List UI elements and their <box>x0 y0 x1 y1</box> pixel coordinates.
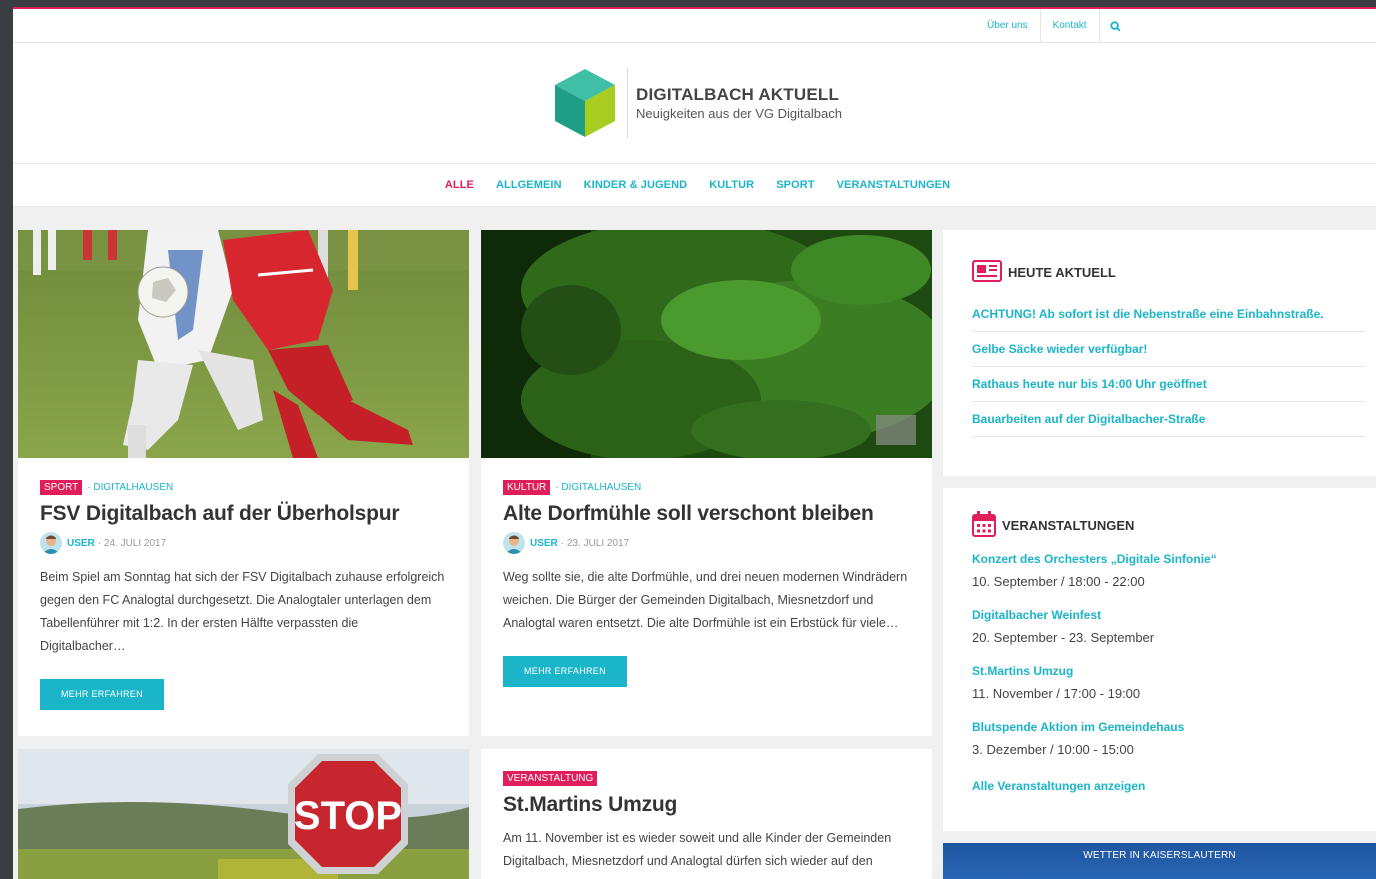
contact-link[interactable]: Kontakt <box>1039 9 1099 43</box>
news-item[interactable]: Rathaus heute nur bis 14:00 Uhr geöffnet <box>972 367 1366 402</box>
event-date: 3. Dezember / 10:00 - 15:00 <box>972 742 1134 757</box>
today-title: HEUTE AKTUELL <box>1008 265 1116 280</box>
post-image[interactable] <box>18 230 469 458</box>
top-bar: Über uns Kontakt <box>13 9 1376 43</box>
post-excerpt: Weg sollte sie, die alte Dorfmühle, und … <box>503 570 908 630</box>
event-title[interactable]: Digitalbacher Weinfest <box>972 608 1376 622</box>
read-more-button[interactable]: MEHR ERFAHREN <box>40 679 164 710</box>
post-card: VERANSTALTUNG St.Martins Umzug Am 11. No… <box>481 749 932 879</box>
logo-divider <box>627 68 628 138</box>
site-header: DIGITALBACH AKTUELL Neuigkeiten aus der … <box>13 43 1376 164</box>
news-item[interactable]: Gelbe Säcke wieder verfügbar! <box>972 332 1366 367</box>
post-card: KULTUR · DIGITALHAUSEN Alte Dorfmühle so… <box>481 230 932 736</box>
weather-heading: WETTER IN KAISERSLAUTERN <box>1083 850 1236 861</box>
cat-kinder-jugend[interactable]: KINDER & JUGEND <box>584 179 688 191</box>
event-date: 20. September - 23. September <box>972 630 1155 645</box>
post-title[interactable]: St.Martins Umzug <box>503 793 910 817</box>
post-card: STOP <box>18 749 469 879</box>
category-tag[interactable]: SPORT <box>40 480 83 495</box>
event-title[interactable]: Blutspende Aktion im Gemeindehaus <box>972 720 1376 734</box>
cat-kultur[interactable]: KULTUR <box>709 179 754 191</box>
site-title: DIGITALBACH AKTUELL <box>636 85 840 104</box>
post-card: SPORT · DIGITALHAUSEN FSV Digitalbach au… <box>18 230 469 736</box>
category-tag[interactable]: VERANSTALTUNG <box>503 771 598 786</box>
events-title: VERANSTALTUNGEN <box>1002 518 1135 533</box>
location-label[interactable]: · DIGITALHAUSEN <box>555 482 641 493</box>
stop-sign-text: STOP <box>294 794 402 838</box>
top-nav: Über uns Kontakt <box>975 9 1131 43</box>
event-title[interactable]: Konzert des Orchesters „Digitale Sinfoni… <box>972 552 1376 566</box>
site-subtitle: Neuigkeiten aus der VG Digitalbach <box>636 106 842 121</box>
news-item[interactable]: Bauarbeiten auf der Digitalbacher-Straße <box>972 402 1366 437</box>
post-date: · 23. JULI 2017 <box>560 537 630 549</box>
event-date: 10. September / 18:00 - 22:00 <box>972 574 1145 589</box>
post-excerpt: Am 11. November ist es wieder soweit und… <box>503 831 892 868</box>
calendar-icon <box>972 511 996 540</box>
newspaper-icon <box>972 260 1002 285</box>
category-tag[interactable]: KULTUR <box>503 480 551 495</box>
post-title[interactable]: Alte Dorfmühle soll verschont bleiben <box>503 502 910 526</box>
read-more-button[interactable]: MEHR ERFAHREN <box>503 656 627 687</box>
cat-alle[interactable]: ALLE <box>445 179 474 191</box>
all-events-link[interactable]: Alle Veranstaltungen anzeigen <box>972 779 1376 793</box>
today-widget: HEUTE AKTUELL ACHTUNG! Ab sofort ist die… <box>943 230 1376 476</box>
category-nav: ALLE ALLGEMEIN KINDER & JUGEND KULTUR SP… <box>13 164 1376 207</box>
author-link[interactable]: USER <box>530 538 558 549</box>
cube-logo-icon <box>555 69 615 137</box>
events-widget: VERANSTALTUNGEN Konzert des Orchesters „… <box>943 488 1376 831</box>
today-heading: HEUTE AKTUELL <box>972 260 1376 285</box>
football-photo <box>18 230 469 458</box>
cat-veranstaltungen[interactable]: VERANSTALTUNGEN <box>837 179 951 191</box>
post-title[interactable]: FSV Digitalbach auf der Überholspur <box>40 502 447 526</box>
event-title[interactable]: St.Martins Umzug <box>972 664 1376 678</box>
news-item[interactable]: ACHTUNG! Ab sofort ist die Nebenstraße e… <box>972 297 1366 332</box>
avatar <box>40 532 62 554</box>
post-image[interactable] <box>481 230 932 458</box>
location-label[interactable]: · DIGITALHAUSEN <box>87 482 173 493</box>
post-image[interactable]: STOP <box>18 749 469 879</box>
weather-widget: WETTER IN KAISERSLAUTERN <box>943 843 1376 879</box>
cat-sport[interactable]: SPORT <box>776 179 814 191</box>
post-excerpt: Beim Spiel am Sonntag hat sich der FSV D… <box>40 570 445 653</box>
avatar <box>503 532 525 554</box>
cat-allgemein[interactable]: ALLGEMEIN <box>496 179 562 191</box>
search-icon[interactable] <box>1098 9 1131 43</box>
forest-photo <box>481 230 932 458</box>
stop-sign-photo: STOP <box>18 749 469 879</box>
author-link[interactable]: USER <box>67 538 95 549</box>
post-date: · 24. JULI 2017 <box>97 537 167 549</box>
events-heading: VERANSTALTUNGEN <box>972 511 1376 540</box>
event-date: 11. November / 17:00 - 19:00 <box>972 686 1141 701</box>
about-link[interactable]: Über uns <box>975 9 1040 43</box>
browser-page: Über uns Kontakt DIGITALBACH AKTUELL Neu… <box>13 7 1376 879</box>
site-logo[interactable]: DIGITALBACH AKTUELL Neuigkeiten aus der … <box>553 67 842 139</box>
